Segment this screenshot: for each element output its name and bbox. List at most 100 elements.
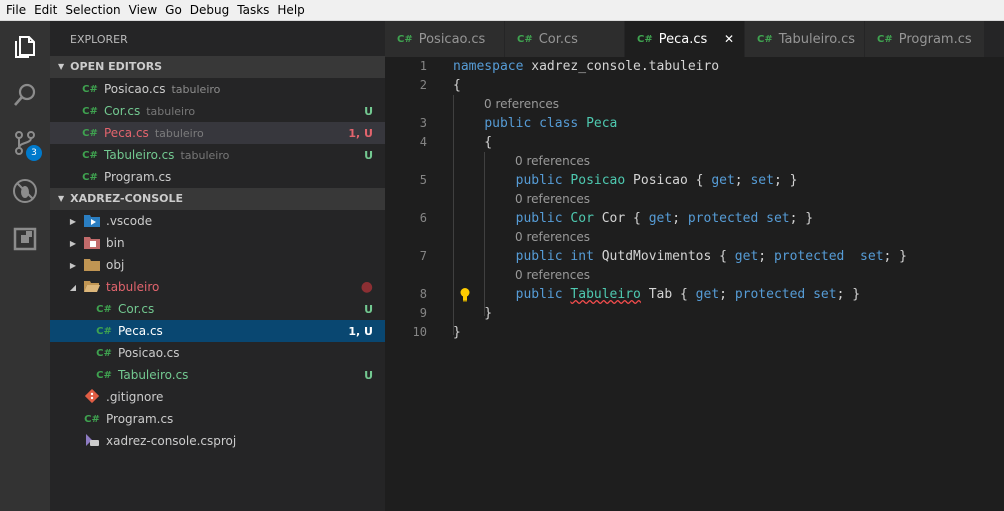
code-editor[interactable]: 1 namespace xadrez_console.tabuleiro 2 {…: [385, 57, 1004, 511]
code-line: 6 public Cor Cor { get; protected set; }: [385, 209, 1004, 228]
explorer-activity-button[interactable]: [0, 23, 50, 71]
code-text: }: [453, 325, 461, 340]
csharp-icon: C#: [84, 413, 100, 425]
git-status-badge: 1, U: [348, 324, 373, 338]
open-editor-item[interactable]: C# Tabuleiro.cs tabuleiro U: [50, 144, 385, 166]
tree-folder-vscode[interactable]: ▶ .vscode: [50, 210, 385, 232]
code-text: public Tabuleiro Tab { get; protected se…: [515, 287, 861, 302]
open-editor-desc: tabuleiro: [146, 104, 196, 118]
tree-file[interactable]: C# Cor.cs U: [50, 298, 385, 320]
extensions-activity-button[interactable]: [0, 215, 50, 263]
source-control-activity-button[interactable]: 3: [0, 119, 50, 167]
tree-file[interactable]: C# Program.cs: [50, 408, 385, 430]
tab-peca[interactable]: C# Peca.cs ✕: [625, 21, 745, 57]
tree-folder-obj[interactable]: ▶ obj: [50, 254, 385, 276]
open-editor-name: Peca.cs: [104, 126, 149, 140]
codelens-references[interactable]: 0 references: [515, 228, 590, 247]
code-text: public int QutdMovimentos { get; protect…: [515, 249, 908, 264]
tree-folder-bin[interactable]: ▶ bin: [50, 232, 385, 254]
csharp-icon: C#: [82, 83, 98, 95]
git-status-badge: 1, U: [348, 126, 373, 140]
line-number: 6: [419, 211, 427, 225]
tab-program[interactable]: C# Program.cs: [865, 21, 984, 57]
chevron-down-icon: ◢: [69, 282, 77, 292]
code-text: {: [453, 135, 493, 150]
tab-tabuleiro[interactable]: C# Tabuleiro.cs: [745, 21, 865, 57]
menu-view[interactable]: View: [126, 3, 160, 17]
open-editor-item[interactable]: C# Program.cs: [50, 166, 385, 188]
tree-item-label: Cor.cs: [118, 302, 155, 316]
line-number: 5: [419, 173, 427, 187]
line-number: 10: [412, 325, 427, 339]
csharp-icon: C#: [96, 369, 112, 381]
open-editor-item[interactable]: C# Cor.cs tabuleiro U: [50, 100, 385, 122]
tab-label: Program.cs: [898, 31, 972, 47]
codelens-references[interactable]: 0 references: [515, 152, 590, 171]
menu-file[interactable]: File: [3, 3, 29, 17]
tree-item-label: .vscode: [106, 214, 153, 228]
open-editors-header[interactable]: ▼ OPEN EDITORS: [50, 56, 385, 78]
tree-file[interactable]: C# Tabuleiro.cs U: [50, 364, 385, 386]
search-activity-button[interactable]: [0, 71, 50, 119]
open-editor-item[interactable]: C# Peca.cs tabuleiro 1, U: [50, 122, 385, 144]
close-icon[interactable]: ✕: [724, 32, 734, 46]
csharp-icon: C#: [397, 33, 413, 45]
folder-icon: [84, 257, 100, 274]
project-label: XADREZ-CONSOLE: [70, 192, 184, 205]
git-status-badge: U: [364, 368, 373, 382]
menu-tasks[interactable]: Tasks: [234, 3, 272, 17]
tree-item-label: .gitignore: [106, 390, 164, 404]
code-line: 8 public Tabuleiro Tab { get; protected …: [385, 285, 1004, 304]
bin-folder-icon: [84, 235, 100, 252]
extensions-icon: [13, 227, 37, 251]
tab-label: Peca.cs: [658, 31, 708, 47]
folder-open-icon: [84, 279, 100, 296]
code-line: 10 }: [385, 323, 1004, 342]
tab-label: Tabuleiro.cs: [778, 31, 856, 47]
code-text: public Cor Cor { get; protected set; }: [515, 211, 814, 226]
chevron-down-icon: ▼: [58, 62, 65, 71]
tab-cor[interactable]: C# Cor.cs: [505, 21, 625, 57]
debug-activity-button[interactable]: [0, 167, 50, 215]
tree-item-label: Tabuleiro.cs: [118, 368, 189, 382]
open-editor-desc: tabuleiro: [154, 126, 204, 140]
tree-item-label: Posicao.cs: [118, 346, 180, 360]
open-editor-desc: tabuleiro: [171, 82, 221, 96]
vscode-folder-icon: [84, 213, 100, 230]
tree-file[interactable]: xadrez-console.csproj: [50, 430, 385, 452]
code-line: 2 {: [385, 76, 1004, 95]
menu-selection[interactable]: Selection: [62, 3, 123, 17]
git-status-badge: U: [364, 302, 373, 316]
code-line: 1 namespace xadrez_console.tabuleiro: [385, 57, 1004, 76]
csharp-icon: C#: [82, 127, 98, 139]
files-icon: [15, 36, 35, 58]
menu-help[interactable]: Help: [274, 3, 307, 17]
codelens-references[interactable]: 0 references: [515, 190, 590, 209]
csharp-icon: C#: [82, 171, 98, 183]
open-editor-desc: tabuleiro: [180, 148, 230, 162]
menu-go[interactable]: Go: [162, 3, 185, 17]
menu-edit[interactable]: Edit: [31, 3, 60, 17]
tree-file[interactable]: .gitignore: [50, 386, 385, 408]
csharp-icon: C#: [757, 33, 773, 45]
tree-file[interactable]: C# Posicao.cs: [50, 342, 385, 364]
tab-posicao[interactable]: C# Posicao.cs: [385, 21, 505, 57]
tree-file[interactable]: C# Peca.cs 1, U: [50, 320, 385, 342]
code-line: 9 }: [385, 304, 1004, 323]
tree-folder-tabuleiro[interactable]: ◢ tabuleiro ●: [50, 276, 385, 298]
code-text: public Posicao Posicao { get; set; }: [515, 173, 798, 188]
open-editor-name: Posicao.cs: [104, 82, 166, 96]
codelens-references[interactable]: 0 references: [515, 266, 590, 285]
scm-badge: 3: [26, 145, 42, 161]
menu-debug[interactable]: Debug: [187, 3, 232, 17]
code-line: 3 public class Peca: [385, 114, 1004, 133]
csharp-icon: C#: [637, 33, 653, 45]
code-text: public class Peca: [484, 116, 618, 131]
project-header[interactable]: ▼ XADREZ-CONSOLE: [50, 188, 385, 210]
error-dot-icon: ●: [360, 279, 373, 295]
open-editor-item[interactable]: C# Posicao.cs tabuleiro: [50, 78, 385, 100]
tree-item-label: Peca.cs: [118, 324, 163, 338]
codelens-references[interactable]: 0 references: [484, 95, 559, 114]
chevron-right-icon: ▶: [69, 238, 77, 248]
code-text: }: [453, 306, 493, 321]
